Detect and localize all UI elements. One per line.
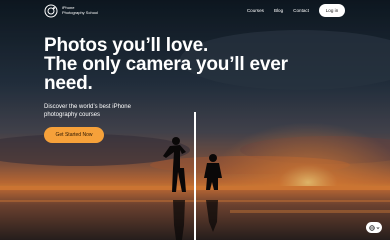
brand-name-line2: Photography School	[62, 10, 99, 15]
hero-title-line-1: Photos you’ll love.	[44, 35, 209, 56]
get-started-button[interactable]: Get Started Now	[44, 127, 104, 143]
hero-title-line-2: The only camera you’ll ever	[44, 54, 288, 75]
brand-logo[interactable]: iPhone Photography School	[44, 4, 98, 18]
hero-subtitle: Discover the world’s best iPhone photogr…	[44, 104, 131, 118]
chevron-down-icon	[376, 226, 379, 229]
top-nav: iPhone Photography School Courses Blog C…	[0, 0, 390, 24]
nav-links: Courses Blog Contact	[247, 8, 309, 14]
login-button[interactable]: Log in	[319, 4, 345, 17]
hero-title-line-3: need.	[44, 73, 93, 94]
comparison-divider-handle[interactable]	[194, 112, 196, 240]
hero-title: Photos you’ll love. The only camera you’…	[44, 36, 364, 93]
nav-link-contact[interactable]: Contact	[293, 8, 309, 14]
nav-link-courses[interactable]: Courses	[247, 8, 264, 14]
language-selector[interactable]	[366, 222, 382, 233]
nav-link-blog[interactable]: Blog	[274, 8, 283, 14]
brand-name: iPhone Photography School	[62, 6, 98, 15]
camera-lens-icon	[44, 4, 58, 18]
landing-page: iPhone Photography School Courses Blog C…	[0, 0, 390, 240]
globe-icon	[368, 224, 375, 231]
